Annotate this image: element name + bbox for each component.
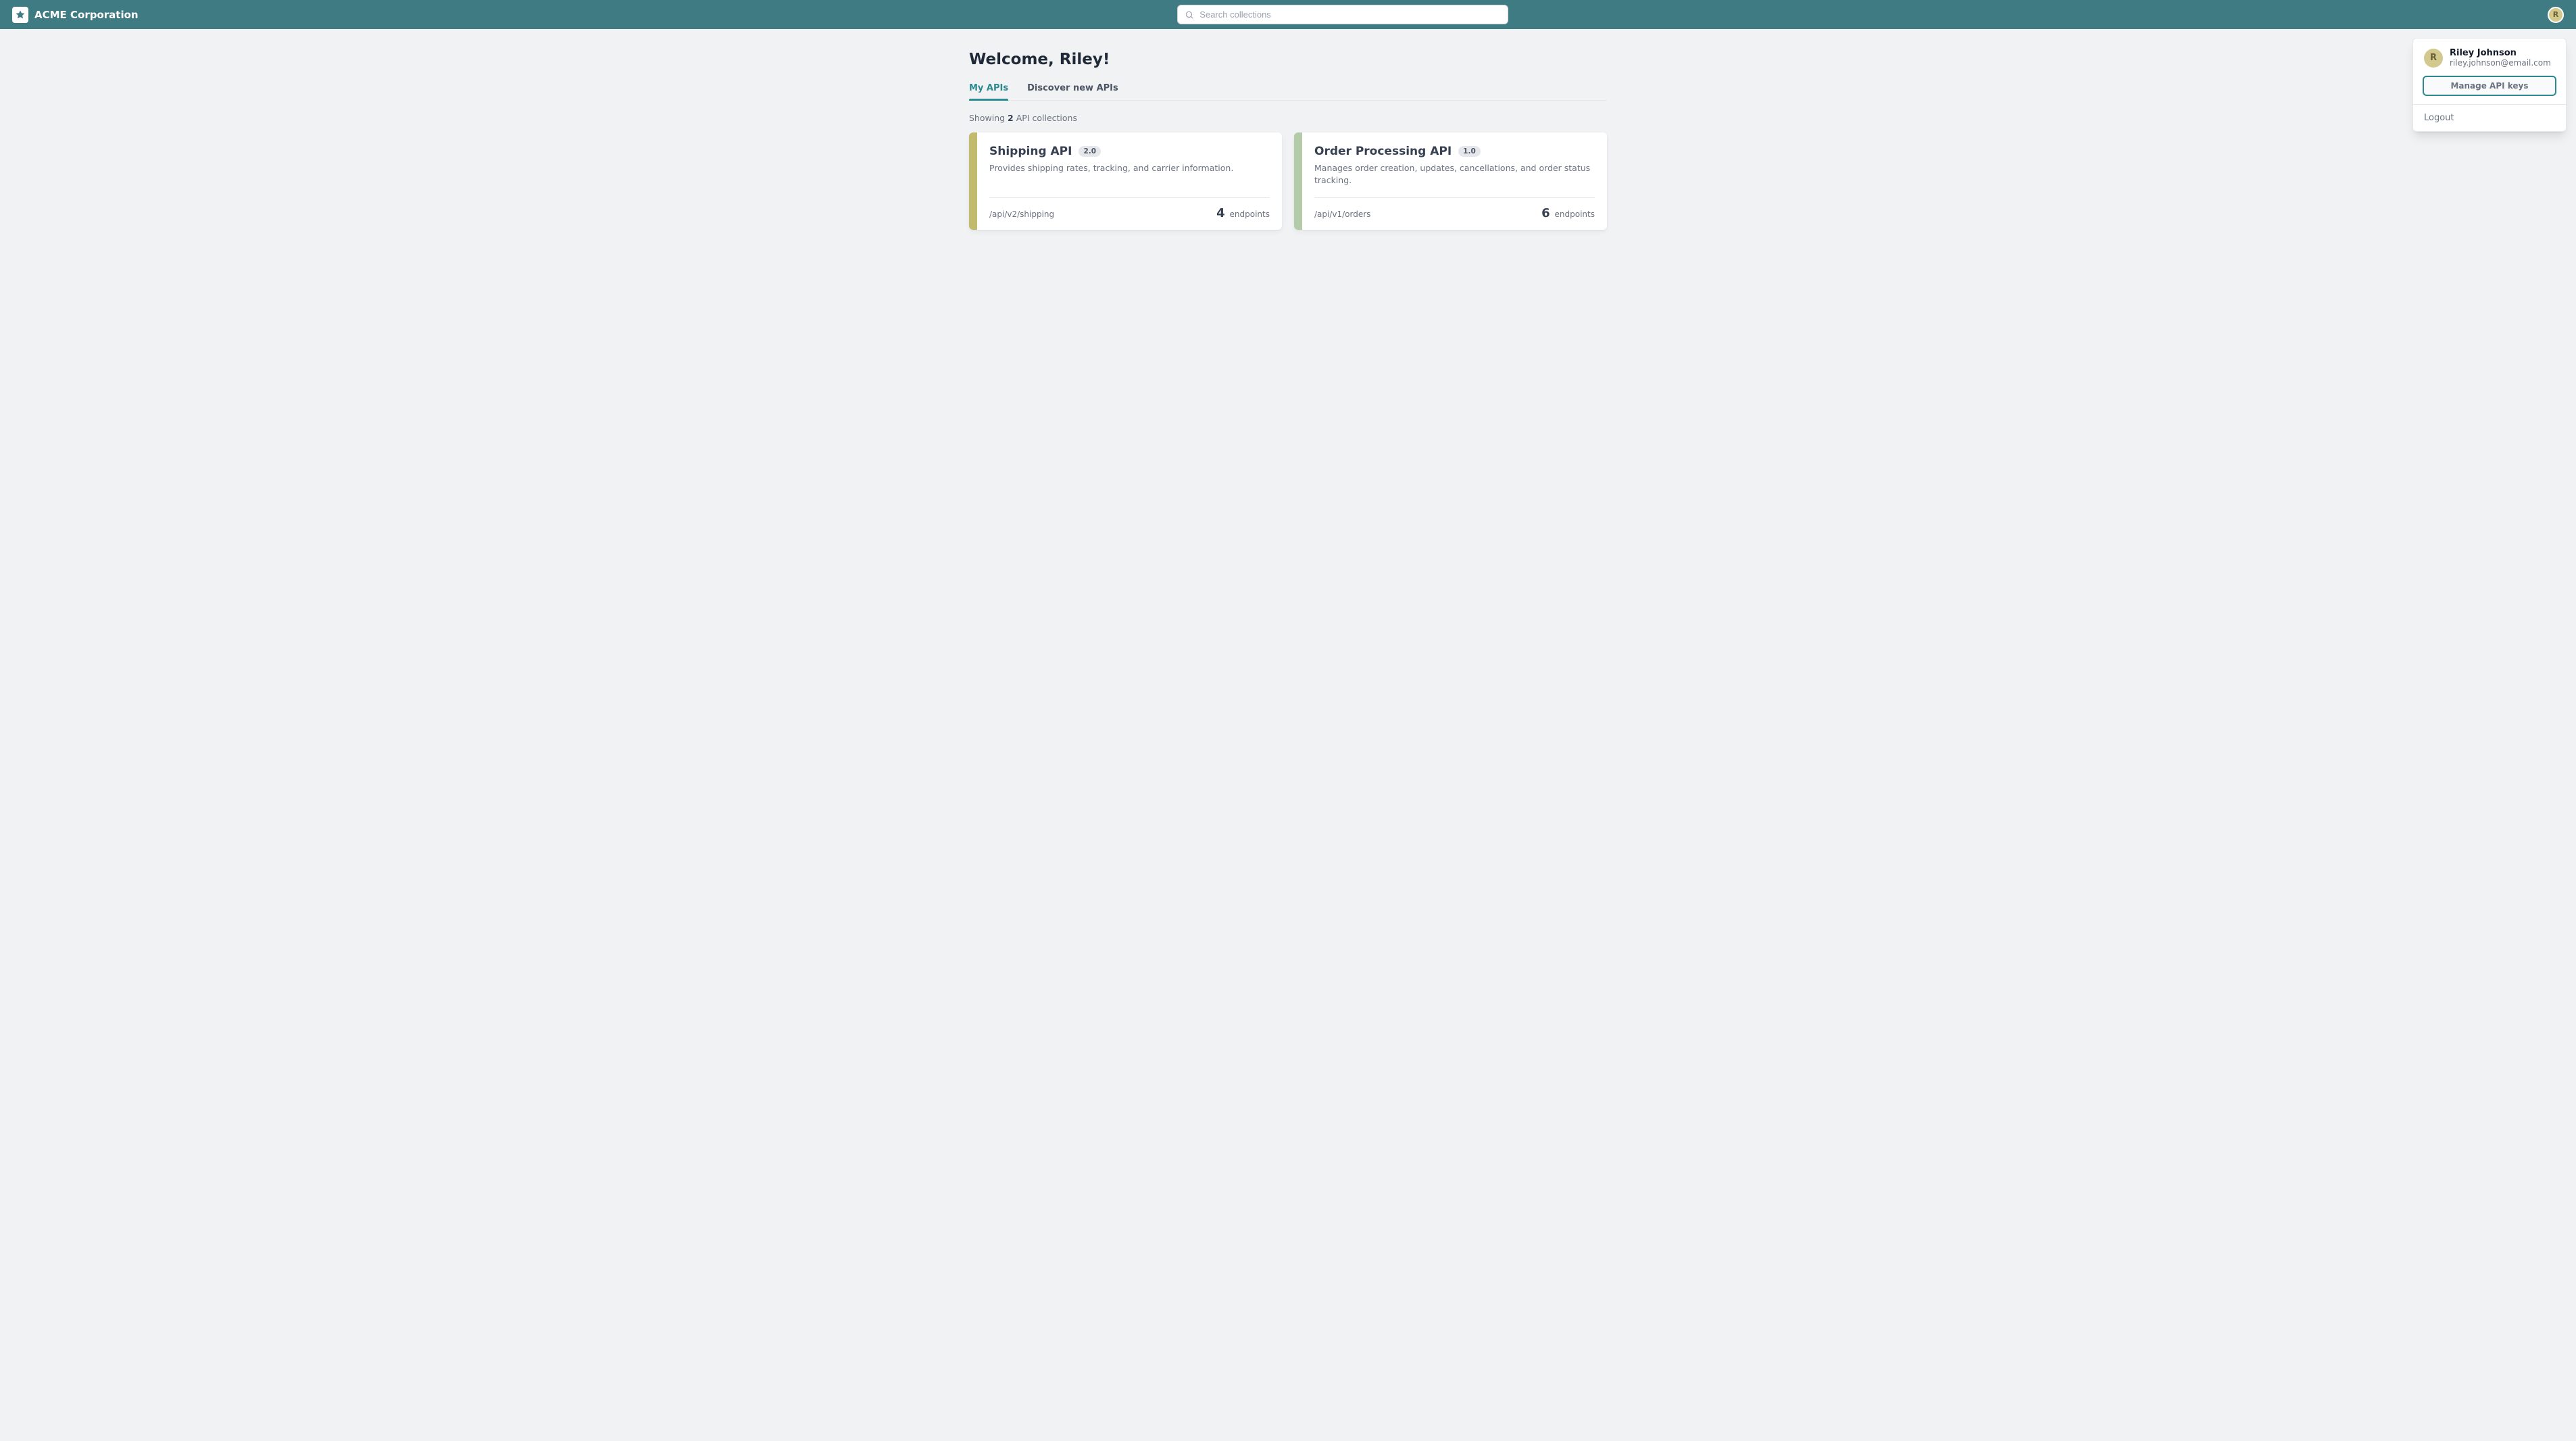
tab-my-apis[interactable]: My APIs bbox=[969, 83, 1008, 100]
tab-discover[interactable]: Discover new APIs bbox=[1027, 83, 1118, 100]
card-endpoint-label: endpoints bbox=[1555, 210, 1595, 219]
card-endpoint-count: 6 bbox=[1541, 206, 1550, 220]
user-menu-avatar: R bbox=[2424, 49, 2443, 68]
card-path: /api/v1/orders bbox=[1314, 210, 1370, 219]
showing-prefix: Showing bbox=[969, 113, 1005, 123]
version-badge: 1.0 bbox=[1458, 146, 1481, 157]
card-title: Shipping API bbox=[989, 145, 1072, 158]
showing-count: 2 bbox=[1008, 113, 1014, 123]
version-badge: 2.0 bbox=[1079, 146, 1101, 157]
manage-api-keys-button[interactable]: Manage API keys bbox=[2423, 76, 2556, 96]
brand-logo-icon bbox=[12, 7, 28, 23]
card-path: /api/v2/shipping bbox=[989, 210, 1054, 219]
logout-button[interactable]: Logout bbox=[2413, 105, 2566, 131]
search-wrap bbox=[149, 5, 2537, 24]
tabs: My APIs Discover new APIs bbox=[969, 83, 1607, 101]
user-menu-email: riley.johnson@email.com bbox=[2450, 58, 2551, 68]
api-card[interactable]: Order Processing API 1.0 Manages order c… bbox=[1294, 132, 1607, 230]
card-accent bbox=[969, 132, 977, 230]
showing-suffix: API collections bbox=[1016, 113, 1077, 123]
user-menu-info: R Riley Johnson riley.johnson@email.com bbox=[2413, 39, 2566, 76]
card-endpoint-count: 4 bbox=[1216, 206, 1225, 220]
showing-line: Showing 2 API collections bbox=[969, 113, 1607, 123]
search-icon bbox=[1185, 10, 1194, 20]
search-box[interactable] bbox=[1177, 5, 1508, 24]
api-card-grid: Shipping API 2.0 Provides shipping rates… bbox=[969, 132, 1607, 230]
api-card[interactable]: Shipping API 2.0 Provides shipping rates… bbox=[969, 132, 1282, 230]
card-endpoints: 6 endpoints bbox=[1541, 206, 1595, 220]
page-title: Welcome, Riley! bbox=[969, 51, 1607, 68]
card-title: Order Processing API bbox=[1314, 145, 1452, 158]
avatar-button[interactable]: R bbox=[2548, 7, 2564, 23]
card-endpoints: 4 endpoints bbox=[1216, 206, 1270, 220]
card-description: Manages order creation, updates, cancell… bbox=[1314, 162, 1595, 187]
card-endpoint-label: endpoints bbox=[1230, 210, 1270, 219]
search-input[interactable] bbox=[1199, 9, 1501, 20]
card-accent bbox=[1294, 132, 1302, 230]
app-header: ACME Corporation R R Riley Johnson riley… bbox=[0, 0, 2576, 29]
brand-name: ACME Corporation bbox=[34, 9, 139, 21]
brand[interactable]: ACME Corporation bbox=[12, 7, 139, 23]
user-menu-name: Riley Johnson bbox=[2450, 48, 2551, 58]
card-description: Provides shipping rates, tracking, and c… bbox=[989, 162, 1270, 174]
user-menu: R Riley Johnson riley.johnson@email.com … bbox=[2412, 38, 2567, 132]
main-content: Welcome, Riley! My APIs Discover new API… bbox=[957, 29, 1619, 270]
